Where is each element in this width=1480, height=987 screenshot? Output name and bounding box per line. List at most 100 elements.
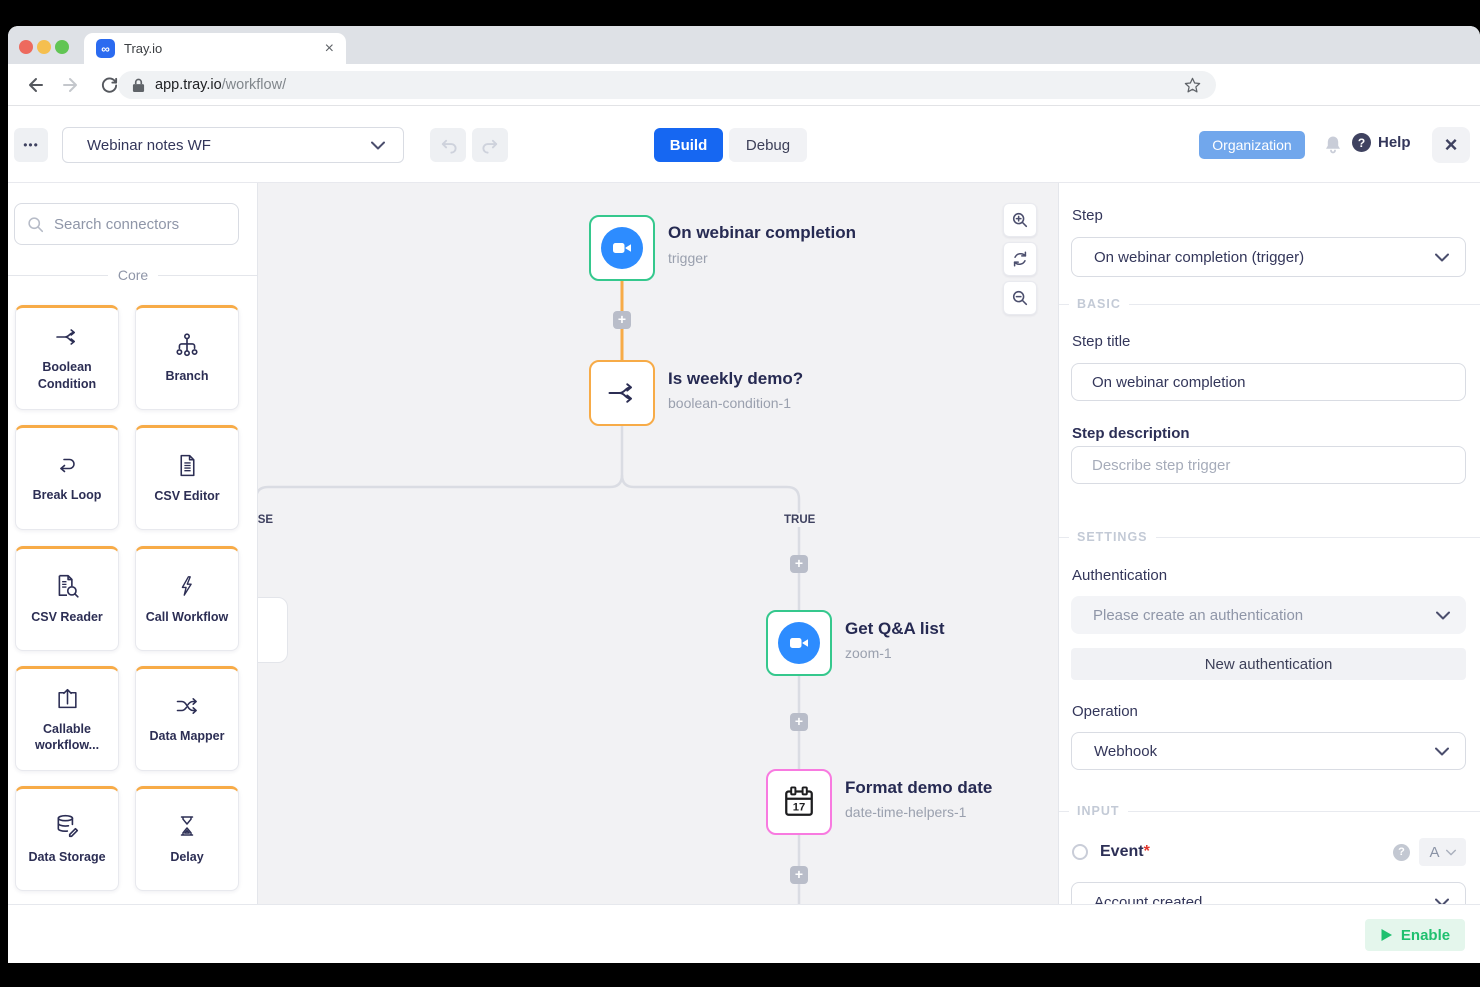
add-step-button[interactable]: +	[790, 866, 808, 884]
node-false-branch-partial[interactable]	[258, 597, 288, 663]
search-icon	[27, 216, 44, 233]
play-icon	[1380, 928, 1393, 942]
node-get-qa-subtitle: zoom-1	[845, 645, 892, 661]
connector-break-loop[interactable]: Break Loop	[15, 425, 119, 530]
input-section-divider: INPUT	[1059, 804, 1480, 818]
browser-tab[interactable]: ∞ Tray.io ×	[84, 33, 346, 64]
authentication-select[interactable]: Please create an authentication	[1071, 596, 1466, 634]
break-loop-icon	[53, 453, 81, 477]
svg-text:17: 17	[793, 801, 806, 813]
workflow-canvas[interactable]: FALSE TRUE On webinar completion trigger…	[258, 183, 1058, 963]
core-section-divider: Core	[8, 267, 258, 283]
node-get-qa-list[interactable]	[766, 610, 832, 676]
enable-workflow-button[interactable]: Enable	[1365, 919, 1465, 951]
node-format-date-subtitle: date-time-helpers-1	[845, 804, 966, 820]
lightning-icon	[176, 573, 198, 599]
operation-select[interactable]: Webhook	[1071, 732, 1466, 770]
fork-icon	[53, 325, 81, 349]
redo-button[interactable]	[472, 128, 508, 162]
connector-data-storage[interactable]: Data Storage	[15, 786, 119, 891]
step-title-label: Step title	[1072, 333, 1130, 350]
connector-csv-reader[interactable]: CSV Reader	[15, 546, 119, 651]
add-step-button[interactable]: +	[790, 713, 808, 731]
workflow-name: Webinar notes WF	[87, 137, 371, 154]
connector-branch[interactable]: Branch	[135, 305, 239, 410]
url-field[interactable]: app.tray.io/workflow/	[118, 71, 1216, 99]
node-trigger[interactable]	[589, 215, 655, 281]
event-field-row: Event * ? A	[1072, 837, 1466, 867]
add-step-button[interactable]: +	[613, 311, 631, 329]
step-select[interactable]: On webinar completion (trigger)	[1071, 237, 1466, 277]
new-authentication-button[interactable]: New authentication	[1071, 648, 1466, 680]
connector-data-mapper[interactable]: Data Mapper	[135, 666, 239, 771]
callable-workflow-icon	[55, 686, 80, 711]
workflow-name-select[interactable]: Webinar notes WF	[62, 127, 404, 163]
step-description-label: Step description	[1072, 425, 1190, 442]
reload-icon[interactable]	[100, 75, 119, 94]
chevron-down-icon	[1436, 611, 1450, 620]
csv-document-icon	[175, 453, 200, 478]
url-text: app.tray.io/workflow/	[155, 77, 286, 93]
workflow-menu-button[interactable]: •••	[14, 128, 48, 162]
field-help-icon[interactable]: ?	[1393, 844, 1410, 861]
node-boolean-subtitle: boolean-condition-1	[668, 395, 791, 411]
connector-callable-workflow[interactable]: Callable workflow...	[15, 666, 119, 771]
traffic-light-close[interactable]	[19, 40, 33, 54]
connector-csv-editor[interactable]: CSV Editor	[135, 425, 239, 530]
authentication-label: Authentication	[1072, 567, 1167, 584]
traffic-light-minimize[interactable]	[37, 40, 51, 54]
back-icon[interactable]	[24, 75, 44, 95]
canvas-zoom-out-button[interactable]	[1003, 281, 1037, 315]
node-get-qa-title: Get Q&A list	[845, 619, 945, 639]
add-step-button[interactable]: +	[790, 555, 808, 573]
fork-icon	[605, 378, 639, 408]
undo-icon	[439, 136, 458, 155]
connector-lines	[258, 183, 1058, 963]
node-format-date-title: Format demo date	[845, 778, 992, 798]
chevron-down-icon	[1446, 849, 1456, 856]
tab-close-icon[interactable]: ×	[325, 41, 334, 57]
close-panel-button[interactable]: ×	[1432, 127, 1470, 163]
tray-favicon-icon: ∞	[96, 39, 115, 58]
step-description-input[interactable]	[1071, 446, 1466, 484]
connector-boolean-condition[interactable]: Boolean Condition	[15, 305, 119, 410]
traffic-light-zoom[interactable]	[55, 40, 69, 54]
zoom-connector-icon	[778, 622, 820, 664]
connectors-sidebar: Core Boolean Condition Branch Break Loop…	[8, 183, 258, 963]
undo-button[interactable]	[430, 128, 466, 162]
node-trigger-title: On webinar completion	[668, 223, 856, 243]
debug-button[interactable]: Debug	[729, 128, 807, 162]
connector-search[interactable]	[14, 203, 239, 245]
help-button[interactable]: ? Help	[1352, 133, 1411, 152]
field-type-toggle[interactable]: A	[1419, 838, 1466, 866]
step-title-input[interactable]	[1071, 363, 1466, 401]
search-input[interactable]	[54, 216, 214, 233]
bookmark-star-icon[interactable]	[1183, 76, 1202, 100]
connector-delay[interactable]: Delay	[135, 786, 239, 891]
notifications-bell-icon[interactable]	[1323, 134, 1343, 161]
canvas-zoom-in-button[interactable]	[1003, 203, 1037, 237]
canvas-reset-view-button[interactable]	[1003, 242, 1037, 276]
forward-icon[interactable]	[62, 75, 82, 95]
node-boolean-condition[interactable]	[589, 360, 655, 426]
build-button[interactable]: Build	[654, 128, 723, 162]
settings-section-divider: SETTINGS	[1059, 530, 1480, 544]
branch-true-label: TRUE	[781, 513, 818, 527]
basic-section-divider: BASIC	[1059, 297, 1480, 311]
chevron-down-icon	[1435, 253, 1449, 262]
csv-reader-icon	[54, 573, 80, 599]
browser-window: ∞ Tray.io × app.tray.io/workflow/ ••• We…	[8, 26, 1480, 963]
node-format-demo-date[interactable]: 17	[766, 769, 832, 835]
connector-call-workflow[interactable]: Call Workflow	[135, 546, 239, 651]
hourglass-icon	[175, 813, 199, 839]
organization-button[interactable]: Organization	[1199, 131, 1305, 159]
refresh-icon	[1011, 250, 1029, 268]
operation-label: Operation	[1072, 703, 1138, 720]
redo-icon	[481, 136, 500, 155]
app-toolbar: ••• Webinar notes WF Build Debug Organiz…	[8, 106, 1480, 183]
chevron-down-icon	[371, 141, 385, 150]
tab-strip: ∞ Tray.io ×	[8, 26, 1480, 64]
field-status-icon	[1072, 844, 1088, 860]
url-bar: app.tray.io/workflow/	[8, 64, 1480, 106]
step-label: Step	[1072, 207, 1103, 224]
